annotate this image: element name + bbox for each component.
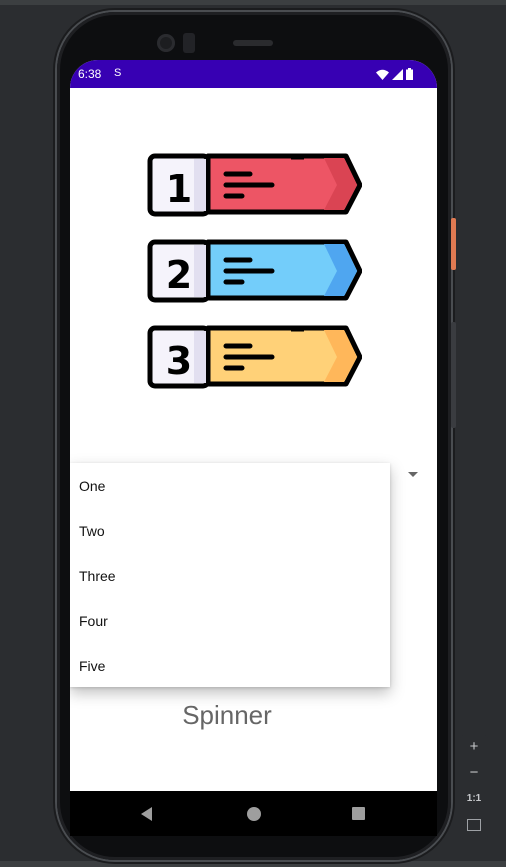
spinner-option-four[interactable]: Four bbox=[70, 599, 390, 644]
emulator-zoom-controls: + − 1:1 bbox=[460, 735, 488, 839]
status-time: 6:38 bbox=[78, 67, 102, 81]
step-2-number: 2 bbox=[166, 253, 192, 297]
wifi-icon bbox=[376, 69, 389, 80]
back-icon[interactable] bbox=[141, 807, 152, 821]
step-3-banner: 3 bbox=[147, 325, 362, 389]
activity-content: 1 2 3 One Two Three Four Five Spinner bbox=[70, 88, 437, 791]
step-3-number: 3 bbox=[166, 339, 192, 383]
zoom-out-button[interactable]: − bbox=[460, 762, 488, 784]
zoom-in-button[interactable]: + bbox=[460, 736, 488, 758]
spinner-option-five[interactable]: Five bbox=[70, 644, 390, 689]
volume-rocker[interactable] bbox=[451, 322, 456, 428]
spinner-dropdown-list: One Two Three Four Five bbox=[70, 463, 390, 687]
battery-icon bbox=[406, 68, 413, 80]
camera-sensor bbox=[183, 33, 195, 53]
step-1-banner: 1 bbox=[147, 153, 362, 217]
navigation-bar bbox=[70, 791, 437, 836]
spinner-option-three[interactable]: Three bbox=[70, 554, 390, 599]
status-icons bbox=[376, 68, 413, 80]
step-2-banner: 2 bbox=[147, 239, 362, 303]
recent-apps-icon[interactable] bbox=[352, 807, 365, 820]
fit-screen-icon[interactable] bbox=[467, 819, 481, 831]
signal-icon bbox=[392, 68, 403, 80]
spinner-option-one[interactable]: One bbox=[70, 463, 390, 509]
power-button[interactable] bbox=[451, 218, 456, 270]
ide-status-edge bbox=[0, 861, 506, 867]
ide-toolbar-edge bbox=[0, 0, 506, 5]
spinner-dropdown-arrow-icon[interactable] bbox=[408, 472, 418, 477]
status-bar: 6:38 S bbox=[70, 60, 437, 88]
earpiece-speaker bbox=[233, 40, 273, 46]
notification-app-icon: S bbox=[114, 67, 122, 79]
spinner-option-two[interactable]: Two bbox=[70, 509, 390, 554]
spinner-title: Spinner bbox=[182, 700, 272, 730]
actual-size-button[interactable]: 1:1 bbox=[460, 788, 488, 810]
front-camera bbox=[157, 34, 175, 52]
device-screen: 6:38 S 1 2 3 One Two Three Four Five Spi… bbox=[70, 60, 437, 818]
numbered-steps-illustration: 1 2 3 bbox=[147, 153, 362, 389]
home-icon[interactable] bbox=[247, 807, 261, 821]
step-1-number: 1 bbox=[166, 167, 192, 211]
